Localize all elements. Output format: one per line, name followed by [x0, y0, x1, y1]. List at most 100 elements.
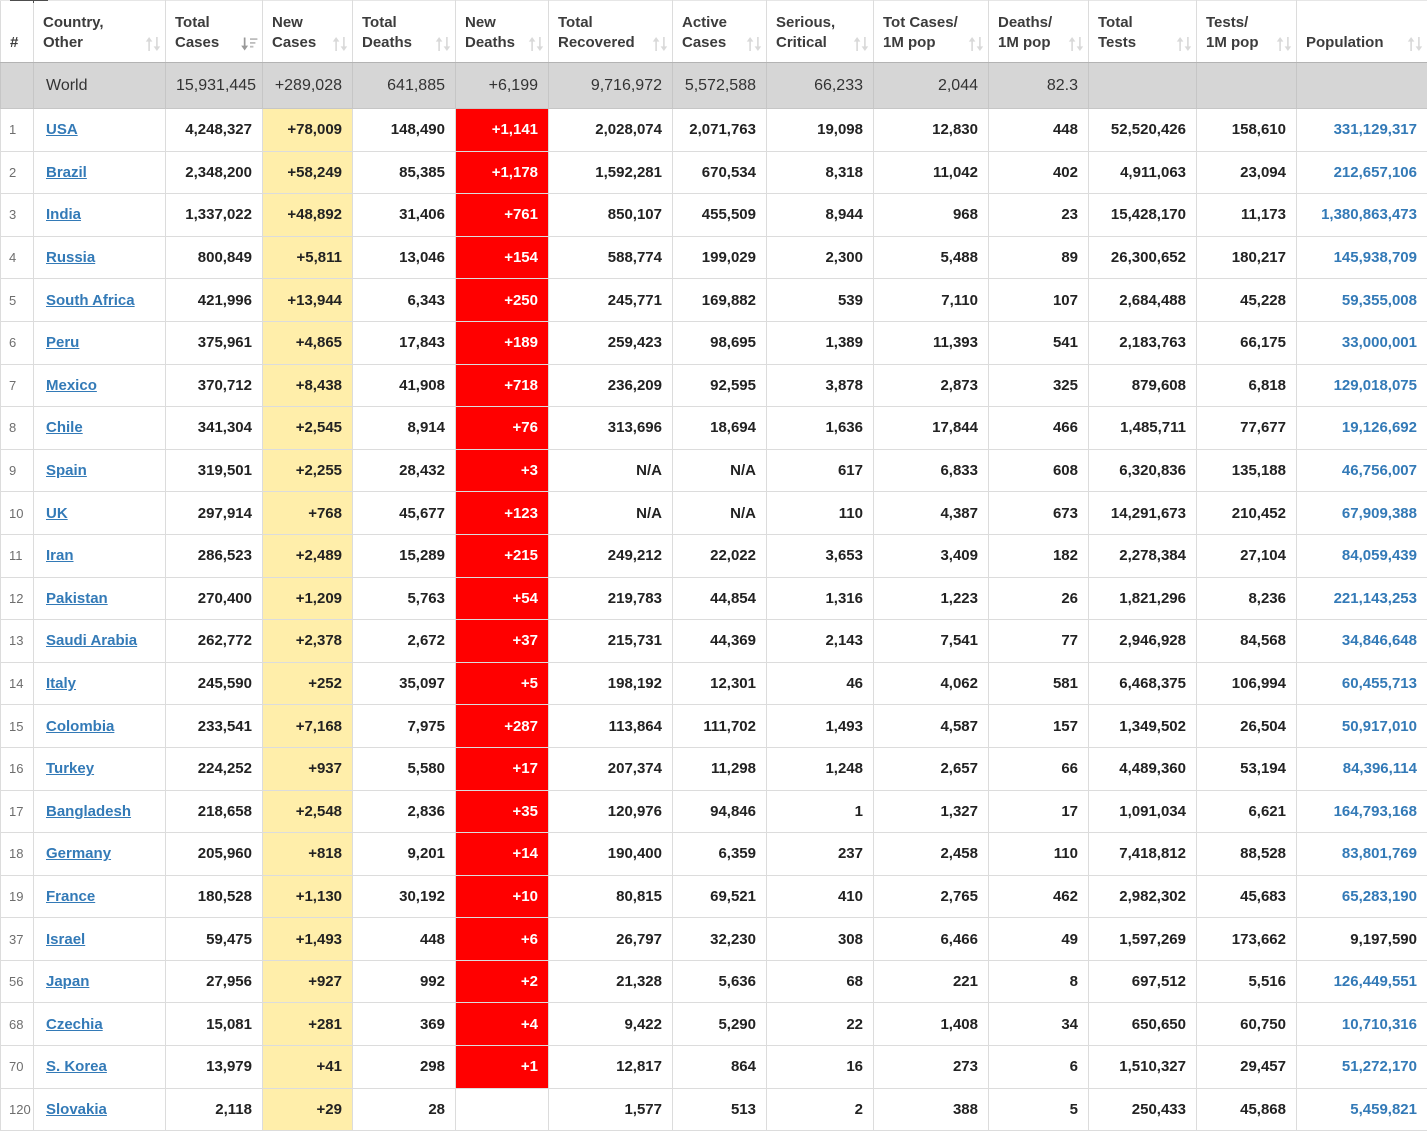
country-link[interactable]: France: [46, 888, 95, 905]
population-link[interactable]: 145,938,709: [1334, 249, 1417, 266]
population-link[interactable]: 164,793,168: [1334, 803, 1417, 820]
population-link[interactable]: 212,657,106: [1334, 164, 1417, 181]
population-link[interactable]: 50,917,010: [1342, 718, 1417, 735]
cell-total_recovered: 850,107: [549, 194, 673, 237]
population-link[interactable]: 83,801,769: [1342, 845, 1417, 862]
cell-total_deaths: 992: [353, 960, 456, 1003]
header-total_deaths[interactable]: Total Deaths: [353, 1, 456, 63]
header-serious_critical[interactable]: Serious, Critical: [767, 1, 874, 63]
population-link[interactable]: 46,756,007: [1342, 462, 1417, 479]
sort-icon[interactable]: [746, 37, 762, 51]
sort-icon[interactable]: [332, 37, 348, 51]
cell-total_cases: 27,956: [166, 960, 263, 1003]
header-total_recovered[interactable]: Total Recovered: [549, 1, 673, 63]
population-link[interactable]: 59,355,008: [1342, 292, 1417, 309]
cell-rank: 8: [1, 407, 34, 450]
country-link[interactable]: Colombia: [46, 718, 114, 735]
country-link[interactable]: India: [46, 206, 81, 223]
population-link[interactable]: 10,710,316: [1342, 1016, 1417, 1033]
country-link[interactable]: Italy: [46, 675, 76, 692]
population-link[interactable]: 19,126,692: [1342, 419, 1417, 436]
cell-deaths_1m: 325: [989, 364, 1089, 407]
cell-new_deaths: +14: [456, 833, 549, 876]
population-link[interactable]: 221,143,253: [1334, 590, 1417, 607]
country-link[interactable]: Japan: [46, 973, 89, 990]
sort-icon[interactable]: [1176, 37, 1192, 51]
cell-country: Saudi Arabia: [34, 620, 166, 663]
cell-serious_critical: 8,944: [767, 194, 874, 237]
country-link[interactable]: Mexico: [46, 377, 97, 394]
sort-icon[interactable]: [1407, 37, 1423, 51]
country-link[interactable]: Spain: [46, 462, 87, 479]
country-link[interactable]: Israel: [46, 931, 85, 948]
country-link[interactable]: Peru: [46, 334, 79, 351]
header-total_tests[interactable]: Total Tests: [1089, 1, 1197, 63]
country-link[interactable]: Brazil: [46, 164, 87, 181]
sort-icon[interactable]: [853, 37, 869, 51]
country-link[interactable]: Germany: [46, 845, 111, 862]
country-link[interactable]: Saudi Arabia: [46, 632, 137, 649]
cell-new_cases: +48,892: [263, 194, 353, 237]
country-link[interactable]: Czechia: [46, 1016, 103, 1033]
population-link[interactable]: 84,059,439: [1342, 547, 1417, 564]
population-link[interactable]: 126,449,551: [1334, 973, 1417, 990]
country-row: 10UK297,914+76845,677+123N/AN/A1104,3876…: [1, 492, 1427, 535]
country-link[interactable]: Pakistan: [46, 590, 108, 607]
country-link[interactable]: USA: [46, 121, 78, 138]
country-link[interactable]: Chile: [46, 419, 83, 436]
sort-icon[interactable]: [1276, 37, 1292, 51]
header-new_cases[interactable]: New Cases: [263, 1, 353, 63]
country-link[interactable]: Slovakia: [46, 1101, 107, 1118]
population-link[interactable]: 34,846,648: [1342, 632, 1417, 649]
population-link[interactable]: 1,380,863,473: [1321, 206, 1417, 223]
cell-population: 84,396,114: [1297, 747, 1427, 790]
country-link[interactable]: Bangladesh: [46, 803, 131, 820]
cell-rank: 2: [1, 151, 34, 194]
sort-icon[interactable]: [968, 37, 984, 51]
header-population[interactable]: Population: [1297, 1, 1427, 63]
sort-icon[interactable]: [1068, 37, 1084, 51]
sort-icon[interactable]: [145, 37, 161, 51]
sort-icon[interactable]: [652, 37, 668, 51]
population-link[interactable]: 67,909,388: [1342, 505, 1417, 522]
header-total_cases[interactable]: Total Cases: [166, 1, 263, 63]
country-link[interactable]: Turkey: [46, 760, 94, 777]
cell-rank: 68: [1, 1003, 34, 1046]
header-tests_1m[interactable]: Tests/ 1M pop: [1197, 1, 1297, 63]
population-link[interactable]: 5,459,821: [1350, 1101, 1417, 1118]
population-link[interactable]: 65,283,190: [1342, 888, 1417, 905]
cell-new_cases: +1,130: [263, 875, 353, 918]
cell-new_cases: +2,545: [263, 407, 353, 450]
cell-total_deaths: 41,908: [353, 364, 456, 407]
header-new_deaths[interactable]: New Deaths: [456, 1, 549, 63]
cell-total_deaths: 13,046: [353, 236, 456, 279]
country-link[interactable]: Iran: [46, 547, 74, 564]
country-row: 68Czechia15,081+281369+49,4225,290221,40…: [1, 1003, 1427, 1046]
population-link[interactable]: 129,018,075: [1334, 377, 1417, 394]
sort-icon[interactable]: [528, 37, 544, 51]
cell-country: Spain: [34, 449, 166, 492]
population-link[interactable]: 33,000,001: [1342, 334, 1417, 351]
cell-new_cases: +2,489: [263, 534, 353, 577]
sort-icon[interactable]: [435, 37, 451, 51]
population-link[interactable]: 331,129,317: [1334, 121, 1417, 138]
header-country[interactable]: Country, Other: [34, 1, 166, 63]
country-link[interactable]: S. Korea: [46, 1058, 107, 1075]
cell-total_deaths: 85,385: [353, 151, 456, 194]
header-deaths_1m[interactable]: Deaths/ 1M pop: [989, 1, 1089, 63]
cell-active_cases: 92,595: [673, 364, 767, 407]
cell-population: 145,938,709: [1297, 236, 1427, 279]
population-link[interactable]: 84,396,114: [1343, 760, 1417, 777]
population-link[interactable]: 51,272,170: [1342, 1058, 1417, 1075]
country-link[interactable]: South Africa: [46, 292, 135, 309]
sort-desc-icon[interactable]: [241, 37, 258, 51]
population-link[interactable]: 60,455,713: [1342, 675, 1417, 692]
cell-total_deaths: 9,201: [353, 833, 456, 876]
header-active_cases[interactable]: Active Cases: [673, 1, 767, 63]
cell-serious_critical: 66,233: [767, 63, 874, 109]
cell-total_recovered: 26,797: [549, 918, 673, 961]
country-link[interactable]: UK: [46, 505, 68, 522]
cell-serious_critical: 2: [767, 1088, 874, 1131]
header-cases_1m[interactable]: Tot Cases/ 1M pop: [874, 1, 989, 63]
country-link[interactable]: Russia: [46, 249, 95, 266]
